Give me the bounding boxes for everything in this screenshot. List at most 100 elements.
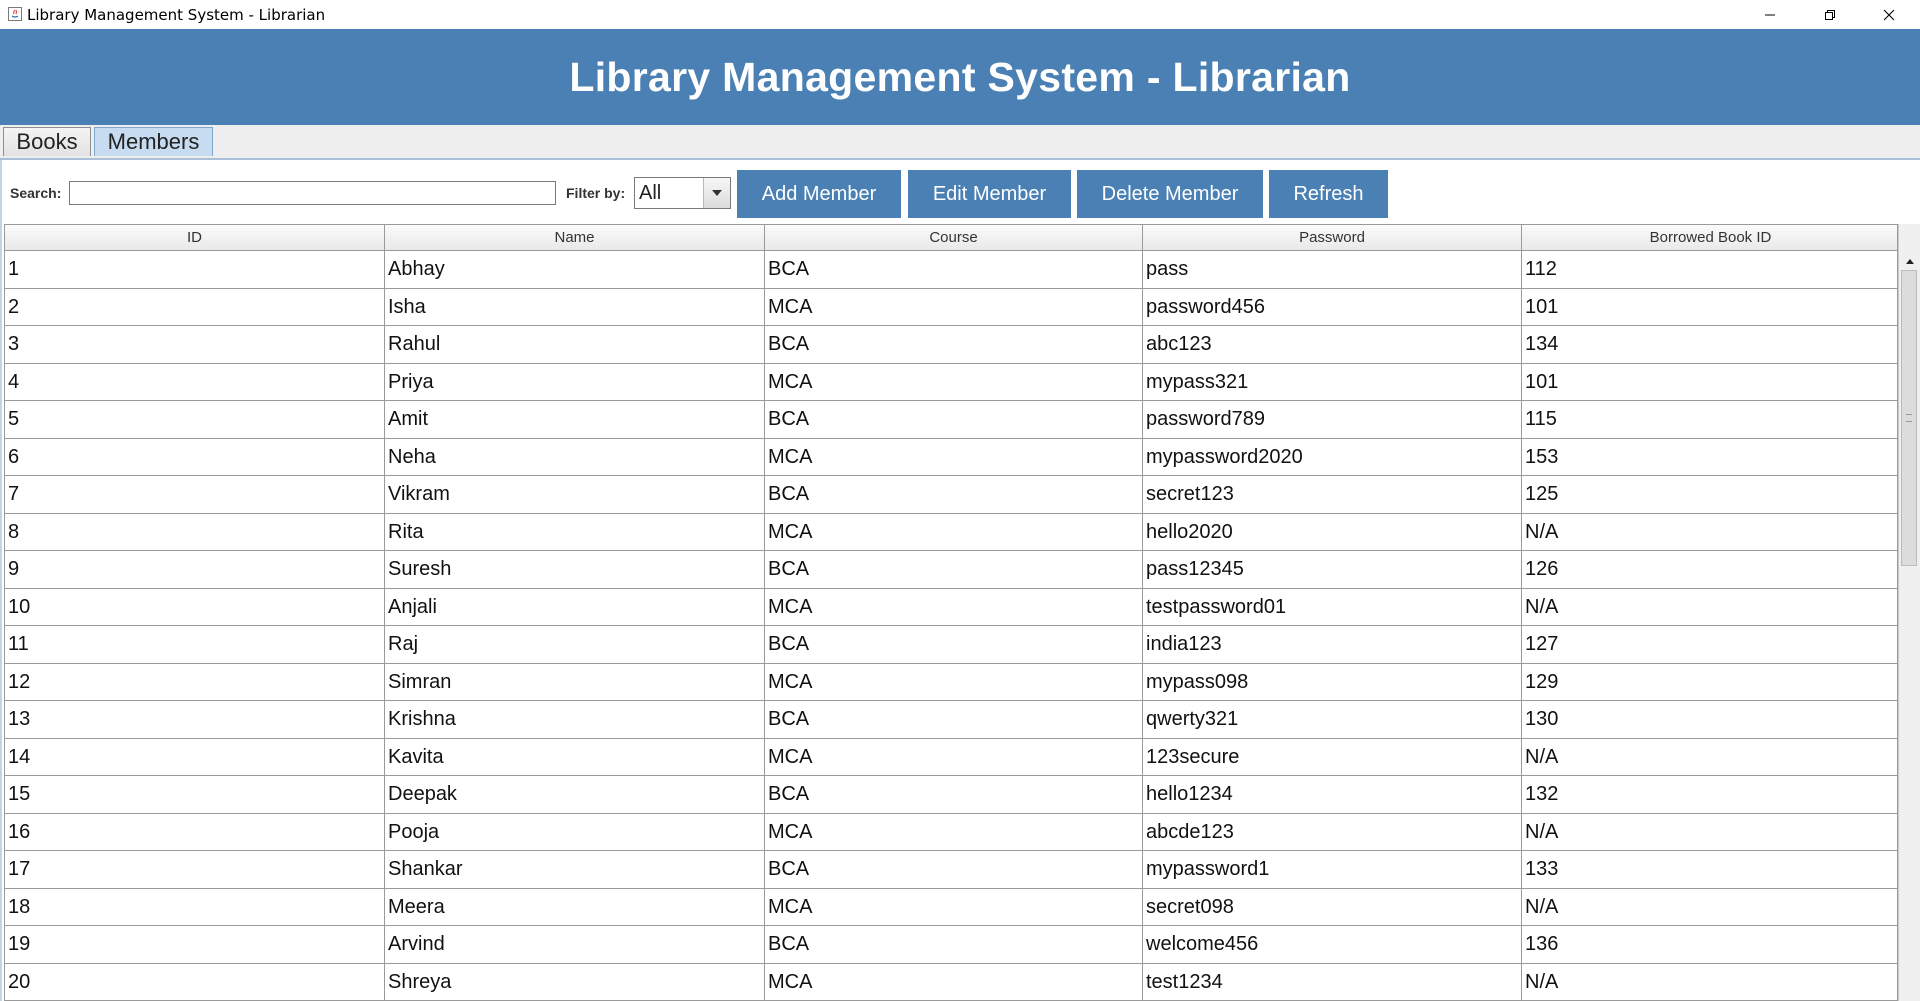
- cell-id[interactable]: 20: [5, 963, 385, 1000]
- dropdown-arrow-button[interactable]: [703, 178, 730, 208]
- table-row[interactable]: 3 Rahul BCA abc123 134: [5, 326, 1897, 364]
- cell-borrowed-book-id[interactable]: 101: [1522, 289, 1897, 326]
- table-row[interactable]: 14 Kavita MCA 123secure N/A: [5, 738, 1897, 776]
- column-header-course[interactable]: Course: [765, 225, 1143, 250]
- cell-name[interactable]: Abhay: [385, 251, 765, 288]
- cell-course[interactable]: BCA: [765, 851, 1143, 888]
- column-header-name[interactable]: Name: [385, 225, 765, 250]
- cell-password[interactable]: pass12345: [1143, 551, 1522, 588]
- cell-id[interactable]: 18: [5, 888, 385, 926]
- edit-member-button[interactable]: Edit Member: [908, 170, 1071, 218]
- cell-id[interactable]: 15: [5, 776, 385, 813]
- cell-password[interactable]: abc123: [1143, 326, 1522, 363]
- cell-borrowed-book-id[interactable]: 133: [1522, 851, 1897, 888]
- table-row[interactable]: 15 Deepak BCA hello1234 132: [5, 776, 1897, 814]
- cell-name[interactable]: Shankar: [385, 851, 765, 888]
- cell-name[interactable]: Deepak: [385, 776, 765, 813]
- table-row[interactable]: 17 Shankar BCA mypassword1 133: [5, 851, 1897, 889]
- cell-password[interactable]: mypassword2020: [1143, 438, 1522, 476]
- cell-course[interactable]: MCA: [765, 963, 1143, 1000]
- table-row[interactable]: 5 Amit BCA password789 115: [5, 401, 1897, 439]
- cell-name[interactable]: Anjali: [385, 588, 765, 626]
- cell-name[interactable]: Rahul: [385, 326, 765, 363]
- table-row[interactable]: 11 Raj BCA india123 127: [5, 626, 1897, 664]
- table-row[interactable]: 19 Arvind BCA welcome456 136: [5, 926, 1897, 964]
- cell-id[interactable]: 11: [5, 626, 385, 663]
- cell-borrowed-book-id[interactable]: 134: [1522, 326, 1897, 363]
- cell-course[interactable]: BCA: [765, 551, 1143, 588]
- cell-password[interactable]: hello1234: [1143, 776, 1522, 813]
- column-header-id[interactable]: ID: [5, 225, 385, 250]
- cell-course[interactable]: BCA: [765, 926, 1143, 963]
- cell-id[interactable]: 7: [5, 476, 385, 513]
- cell-borrowed-book-id[interactable]: 101: [1522, 364, 1897, 401]
- cell-password[interactable]: secret098: [1143, 888, 1522, 926]
- cell-borrowed-book-id[interactable]: N/A: [1522, 964, 1897, 1001]
- cell-id[interactable]: 13: [5, 701, 385, 738]
- minimize-button[interactable]: [1741, 0, 1799, 29]
- cell-id[interactable]: 17: [5, 851, 385, 888]
- refresh-button[interactable]: Refresh: [1269, 170, 1388, 218]
- cell-password[interactable]: test1234: [1143, 963, 1522, 1000]
- cell-borrowed-book-id[interactable]: 132: [1522, 776, 1897, 813]
- cell-id[interactable]: 5: [5, 401, 385, 438]
- cell-id[interactable]: 12: [5, 663, 385, 701]
- cell-id[interactable]: 14: [5, 738, 385, 776]
- cell-borrowed-book-id[interactable]: 112: [1522, 251, 1897, 288]
- cell-name[interactable]: Raj: [385, 626, 765, 663]
- cell-name[interactable]: Neha: [385, 438, 765, 476]
- close-button[interactable]: [1860, 0, 1918, 29]
- cell-name[interactable]: Vikram: [385, 476, 765, 513]
- cell-borrowed-book-id[interactable]: 126: [1522, 551, 1897, 588]
- cell-course[interactable]: BCA: [765, 776, 1143, 813]
- cell-id[interactable]: 4: [5, 363, 385, 401]
- cell-password[interactable]: password456: [1143, 288, 1522, 326]
- cell-course[interactable]: BCA: [765, 626, 1143, 663]
- table-row[interactable]: 16 Pooja MCA abcde123 N/A: [5, 813, 1897, 851]
- cell-name[interactable]: Suresh: [385, 551, 765, 588]
- cell-name[interactable]: Shreya: [385, 963, 765, 1000]
- cell-password[interactable]: mypass321: [1143, 363, 1522, 401]
- cell-name[interactable]: Amit: [385, 401, 765, 438]
- cell-password[interactable]: secret123: [1143, 476, 1522, 513]
- filter-dropdown[interactable]: All: [634, 177, 731, 209]
- cell-password[interactable]: testpassword01: [1143, 588, 1522, 626]
- cell-course[interactable]: MCA: [765, 513, 1143, 551]
- cell-borrowed-book-id[interactable]: 129: [1522, 664, 1897, 701]
- cell-password[interactable]: hello2020: [1143, 513, 1522, 551]
- cell-course[interactable]: BCA: [765, 251, 1143, 288]
- column-header-password[interactable]: Password: [1143, 225, 1522, 250]
- cell-password[interactable]: india123: [1143, 626, 1522, 663]
- cell-name[interactable]: Rita: [385, 513, 765, 551]
- cell-id[interactable]: 10: [5, 588, 385, 626]
- table-row[interactable]: 2 Isha MCA password456 101: [5, 288, 1897, 326]
- tab-books[interactable]: Books: [3, 127, 91, 156]
- cell-borrowed-book-id[interactable]: 127: [1522, 626, 1897, 663]
- cell-password[interactable]: password789: [1143, 401, 1522, 438]
- scrollbar-thumb[interactable]: [1901, 270, 1917, 566]
- table-row[interactable]: 8 Rita MCA hello2020 N/A: [5, 513, 1897, 551]
- cell-borrowed-book-id[interactable]: 115: [1522, 401, 1897, 438]
- cell-course[interactable]: MCA: [765, 288, 1143, 326]
- cell-course[interactable]: BCA: [765, 326, 1143, 363]
- cell-password[interactable]: mypass098: [1143, 663, 1522, 701]
- cell-id[interactable]: 6: [5, 438, 385, 476]
- cell-id[interactable]: 16: [5, 813, 385, 851]
- table-row[interactable]: 13 Krishna BCA qwerty321 130: [5, 701, 1897, 739]
- cell-name[interactable]: Meera: [385, 888, 765, 926]
- cell-name[interactable]: Priya: [385, 363, 765, 401]
- table-row[interactable]: 20 Shreya MCA test1234 N/A: [5, 963, 1897, 1001]
- cell-course[interactable]: BCA: [765, 401, 1143, 438]
- cell-password[interactable]: abcde123: [1143, 813, 1522, 851]
- cell-id[interactable]: 19: [5, 926, 385, 963]
- cell-name[interactable]: Isha: [385, 288, 765, 326]
- cell-password[interactable]: pass: [1143, 251, 1522, 288]
- cell-name[interactable]: Pooja: [385, 813, 765, 851]
- table-row[interactable]: 10 Anjali MCA testpassword01 N/A: [5, 588, 1897, 626]
- cell-name[interactable]: Simran: [385, 663, 765, 701]
- cell-course[interactable]: MCA: [765, 738, 1143, 776]
- cell-id[interactable]: 1: [5, 251, 385, 288]
- cell-course[interactable]: BCA: [765, 476, 1143, 513]
- cell-course[interactable]: MCA: [765, 588, 1143, 626]
- cell-password[interactable]: welcome456: [1143, 926, 1522, 963]
